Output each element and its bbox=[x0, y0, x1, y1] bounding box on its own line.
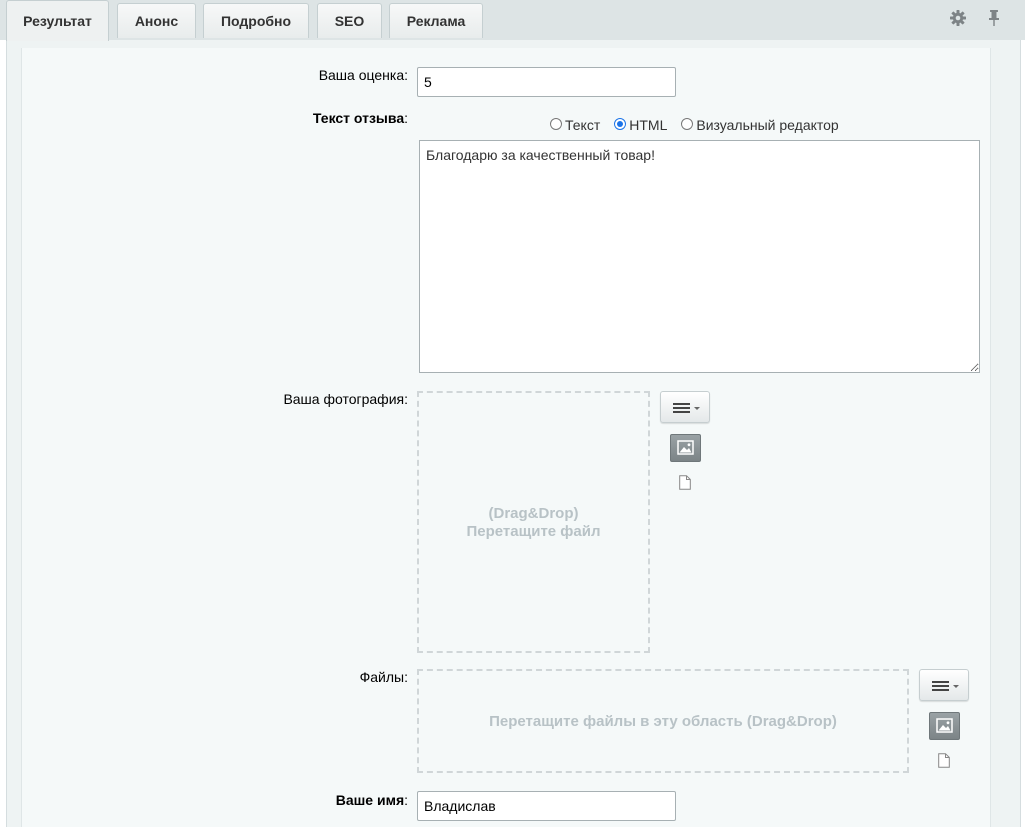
tab-label: SEO bbox=[334, 13, 365, 29]
files-image-button[interactable] bbox=[929, 712, 960, 740]
tab-label: Анонс bbox=[134, 13, 179, 29]
photo-menu-button[interactable] bbox=[660, 391, 710, 423]
tab-details[interactable]: Подробно bbox=[203, 3, 309, 38]
rating-input[interactable] bbox=[417, 67, 676, 97]
rating-label: Ваша оценка: bbox=[318, 67, 408, 83]
mode-visual-radio[interactable]: Визуальный редактор bbox=[681, 117, 839, 133]
gear-icon[interactable] bbox=[949, 9, 967, 27]
mode-html-radio[interactable]: HTML bbox=[614, 117, 667, 133]
review-mode-switch: Текст HTML Визуальный редактор bbox=[550, 117, 853, 133]
review-textarea[interactable]: Благодарю за качественный товар! bbox=[419, 140, 980, 373]
image-icon bbox=[677, 440, 694, 455]
file-icon[interactable] bbox=[679, 475, 691, 490]
radio-icon bbox=[681, 118, 694, 130]
tab-ads[interactable]: Реклама bbox=[389, 3, 483, 38]
mode-label: HTML bbox=[629, 117, 668, 133]
files-label: Файлы: bbox=[359, 669, 408, 685]
radio-icon bbox=[550, 118, 562, 130]
mode-label: Текст bbox=[565, 117, 601, 133]
tab-label: Реклама bbox=[406, 13, 466, 29]
mode-text-radio[interactable]: Текст bbox=[550, 117, 600, 133]
menu-icon bbox=[932, 681, 959, 691]
tab-label: Подробно bbox=[220, 13, 292, 29]
name-input[interactable] bbox=[417, 791, 676, 821]
review-label: Текст отзыва: bbox=[312, 110, 408, 126]
image-icon bbox=[936, 718, 953, 733]
dropzone-text: (Drag&Drop) bbox=[488, 504, 579, 522]
photo-label: Ваша фотография: bbox=[283, 391, 408, 407]
radio-checked-icon bbox=[614, 118, 627, 130]
dropzone-text: Перетащите файлы в эту область (Drag&Dro… bbox=[489, 712, 837, 730]
name-label: Ваше имя: bbox=[335, 792, 408, 808]
dropzone-text: Перетащите файл bbox=[466, 522, 601, 540]
tab-announce[interactable]: Анонс bbox=[117, 3, 196, 38]
tab-result[interactable]: Результат bbox=[6, 0, 109, 41]
tab-label: Результат bbox=[23, 13, 92, 29]
file-icon[interactable] bbox=[938, 753, 950, 768]
tab-seo[interactable]: SEO bbox=[317, 3, 382, 38]
tab-strip: Результат Анонс Подробно SEO Реклама bbox=[0, 0, 1025, 41]
menu-icon bbox=[673, 403, 700, 413]
photo-image-button[interactable] bbox=[670, 434, 701, 462]
mode-label: Визуальный редактор bbox=[696, 117, 839, 133]
files-menu-button[interactable] bbox=[919, 669, 969, 701]
photo-dropzone[interactable]: (Drag&Drop) Перетащите файл bbox=[417, 391, 650, 653]
pin-icon[interactable] bbox=[985, 9, 1003, 27]
files-dropzone[interactable]: Перетащите файлы в эту область (Drag&Dro… bbox=[417, 669, 909, 773]
